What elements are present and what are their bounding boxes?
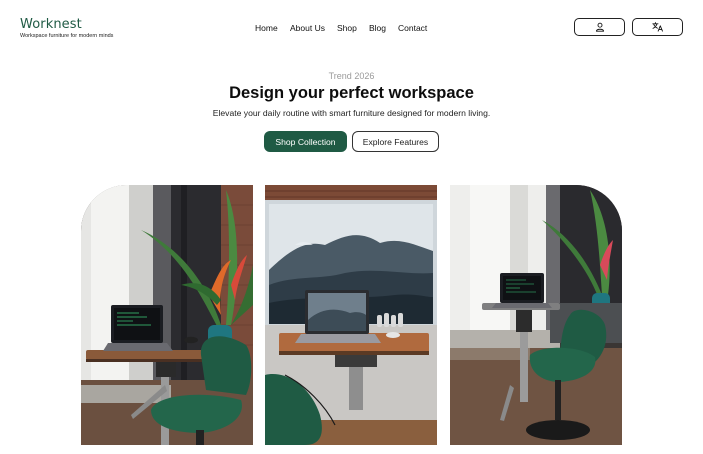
hero-eyebrow: Trend 2026 [328, 71, 375, 81]
user-icon [595, 22, 604, 32]
translate-icon [651, 22, 663, 32]
gallery-image-1 [81, 185, 253, 445]
site-header: Worknest Workspace furniture for modern … [0, 0, 703, 55]
hero-subtitle: Elevate your daily routine with smart fu… [212, 108, 491, 118]
gallery-image-3 [450, 185, 622, 445]
account-button[interactable] [574, 18, 625, 36]
shop-collection-button[interactable]: Shop Collection [264, 131, 347, 152]
nav-contact[interactable]: Contact [398, 22, 427, 34]
gallery-image-2 [265, 185, 437, 445]
hero-title: Design your perfect workspace [229, 84, 474, 102]
nav-about-us[interactable]: About Us [290, 22, 325, 34]
explore-features-button[interactable]: Explore Features [352, 131, 439, 152]
nav-home[interactable]: Home [255, 22, 278, 34]
nav-shop[interactable]: Shop [337, 22, 357, 34]
language-button[interactable] [632, 18, 683, 36]
nav-blog[interactable]: Blog [369, 22, 386, 34]
